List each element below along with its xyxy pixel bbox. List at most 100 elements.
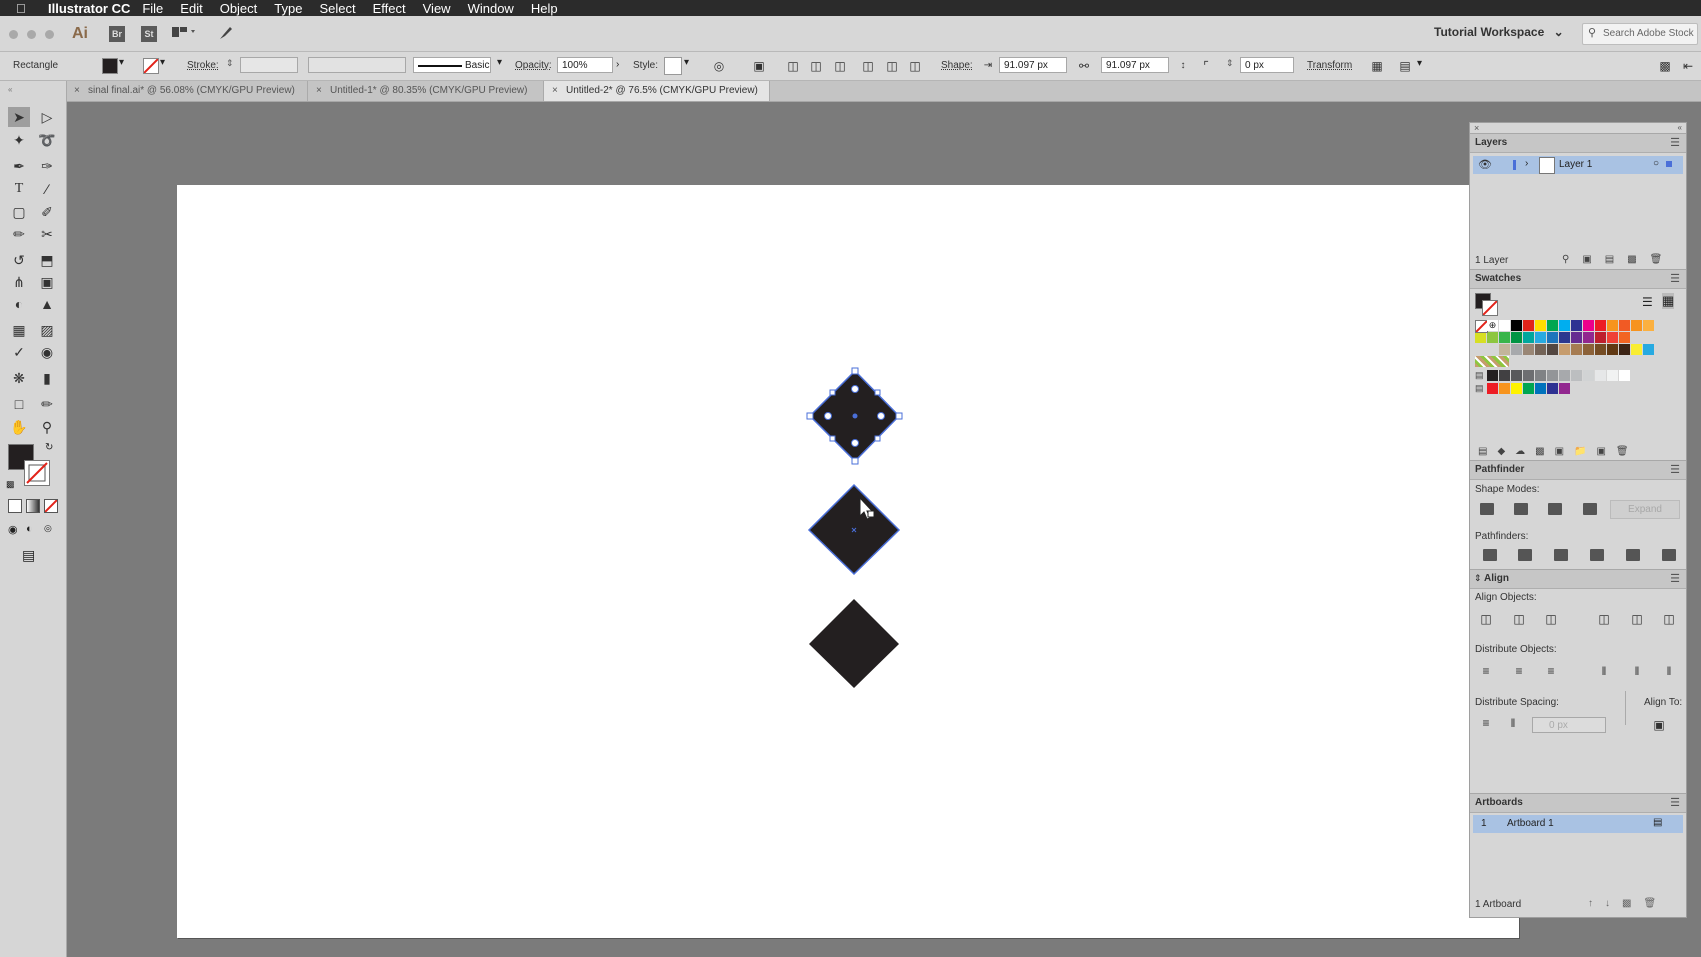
artboards-footer-icons[interactable]: ↑↓▩🗑 — [1588, 898, 1668, 909]
color-swatch[interactable] — [1619, 344, 1630, 355]
panel-menu-icon[interactable]: ☰ — [1670, 463, 1680, 476]
panel-options-icon[interactable]: ⇕ — [1474, 573, 1482, 584]
layers-panel-header[interactable]: Layers ☰ — [1470, 133, 1686, 153]
stroke-color-box[interactable] — [1482, 300, 1498, 316]
trim-icon[interactable] — [1518, 549, 1532, 561]
swatch-grid[interactable]: ⊕ ▤ ▤ — [1475, 320, 1675, 400]
color-swatch[interactable] — [1499, 383, 1510, 394]
color-swatch[interactable] — [1523, 344, 1534, 355]
vertical-distribute-center-icon[interactable]: ≡ — [1511, 663, 1527, 679]
color-swatch[interactable] — [1511, 344, 1522, 355]
color-swatch[interactable] — [1487, 383, 1498, 394]
outline-icon[interactable] — [1626, 549, 1640, 561]
pathfinder-panel-header[interactable]: Pathfinder ☰ — [1470, 460, 1686, 480]
color-swatch[interactable] — [1631, 344, 1642, 355]
spacing-value-field[interactable]: 0 px — [1532, 717, 1606, 733]
color-swatch[interactable] — [1499, 332, 1510, 343]
selected-diamond-shape[interactable] — [806, 367, 903, 465]
grid-view-icon[interactable]: ▦ — [1662, 293, 1675, 309]
pattern-swatch[interactable] — [1475, 356, 1509, 367]
swatches-footer-icons[interactable]: ▤◆☁▩▣📁▣🗑 — [1478, 446, 1639, 457]
color-swatch[interactable] — [1547, 332, 1558, 343]
color-swatch[interactable] — [1523, 370, 1534, 381]
vertical-distribute-space-icon[interactable]: ≡ — [1478, 715, 1494, 731]
color-swatch[interactable] — [1571, 344, 1582, 355]
color-swatch[interactable] — [1643, 320, 1654, 331]
color-swatch[interactable] — [1595, 370, 1606, 381]
eye-icon[interactable]: 👁 — [1478, 158, 1492, 171]
align-panel-header[interactable]: ⇕ Align ☰ — [1470, 569, 1686, 589]
hovered-diamond-shape[interactable] — [807, 483, 901, 576]
color-swatch[interactable] — [1487, 370, 1498, 381]
color-swatch[interactable] — [1547, 370, 1558, 381]
folder-icon[interactable]: ▤ — [1475, 383, 1486, 394]
color-swatch[interactable] — [1631, 320, 1642, 331]
color-swatch[interactable] — [1571, 332, 1582, 343]
color-swatch[interactable] — [1523, 332, 1534, 343]
vertical-align-center-icon[interactable]: ◫ — [1629, 611, 1645, 627]
horizontal-align-right-icon[interactable]: ◫ — [1543, 611, 1559, 627]
color-swatch[interactable] — [1559, 344, 1570, 355]
panel-menu-icon[interactable]: ☰ — [1670, 136, 1680, 149]
registration-swatch[interactable]: ⊕ — [1487, 320, 1498, 331]
vertical-distribute-bottom-icon[interactable]: ≡ — [1543, 663, 1559, 679]
color-swatch[interactable] — [1511, 370, 1522, 381]
target-icon[interactable]: ○ — [1653, 158, 1659, 169]
color-swatch[interactable] — [1559, 383, 1570, 394]
artboards-panel-header[interactable]: Artboards ☰ — [1470, 793, 1686, 813]
color-swatch[interactable] — [1499, 370, 1510, 381]
color-swatch[interactable] — [1595, 332, 1606, 343]
color-swatch[interactable] — [1583, 370, 1594, 381]
color-swatch[interactable] — [1619, 370, 1630, 381]
color-swatch[interactable] — [1595, 320, 1606, 331]
color-swatch[interactable] — [1607, 370, 1618, 381]
color-swatch[interactable] — [1547, 320, 1558, 331]
unite-icon[interactable] — [1480, 503, 1494, 515]
color-swatch[interactable] — [1559, 332, 1570, 343]
color-swatch[interactable] — [1559, 320, 1570, 331]
intersect-icon[interactable] — [1548, 503, 1562, 515]
color-swatch[interactable] — [1619, 320, 1630, 331]
color-swatch[interactable] — [1547, 344, 1558, 355]
color-swatch[interactable] — [1535, 320, 1546, 331]
divide-icon[interactable] — [1483, 549, 1497, 561]
exclude-icon[interactable] — [1583, 503, 1597, 515]
color-swatch[interactable] — [1547, 383, 1558, 394]
color-swatch[interactable] — [1619, 332, 1630, 343]
color-swatch[interactable] — [1643, 344, 1654, 355]
folder-icon[interactable]: ▤ — [1475, 370, 1486, 381]
selection-indicator[interactable] — [1666, 161, 1672, 167]
panel-menu-icon[interactable]: ☰ — [1670, 572, 1680, 585]
horizontal-align-center-icon[interactable]: ◫ — [1511, 611, 1527, 627]
minus-front-icon[interactable] — [1514, 503, 1528, 515]
chevron-right-icon[interactable]: › — [1525, 158, 1528, 169]
color-swatch[interactable] — [1583, 344, 1594, 355]
diamond-shape[interactable] — [809, 599, 899, 688]
color-swatch[interactable] — [1511, 332, 1522, 343]
color-swatch[interactable] — [1607, 320, 1618, 331]
color-swatch[interactable] — [1583, 332, 1594, 343]
list-view-icon[interactable]: ☰ — [1642, 295, 1653, 309]
color-swatch[interactable] — [1523, 383, 1534, 394]
color-swatch[interactable] — [1535, 383, 1546, 394]
horizontal-distribute-space-icon[interactable]: ‖ — [1505, 715, 1521, 731]
align-to-selection-icon[interactable]: ▣ — [1651, 717, 1667, 733]
artboard-options-icon[interactable]: ▤ — [1653, 817, 1662, 828]
panel-menu-icon[interactable]: ☰ — [1670, 796, 1680, 809]
horizontal-distribute-center-icon[interactable]: ‖ — [1629, 663, 1645, 679]
artboard-name[interactable]: Artboard 1 — [1507, 818, 1554, 829]
horizontal-distribute-left-icon[interactable]: ‖ — [1596, 663, 1612, 679]
layer-name[interactable]: Layer 1 — [1559, 159, 1592, 170]
color-swatch[interactable] — [1571, 370, 1582, 381]
vertical-distribute-top-icon[interactable]: ≡ — [1478, 663, 1494, 679]
color-swatch[interactable] — [1511, 320, 1522, 331]
horizontal-distribute-right-icon[interactable]: ‖ — [1661, 663, 1677, 679]
panel-menu-icon[interactable]: ☰ — [1670, 272, 1680, 285]
layers-footer-icons[interactable]: ⚲▣▤▩🗑 — [1562, 254, 1675, 265]
close-icon[interactable]: × — [1474, 123, 1479, 133]
collapse-panel-icon[interactable]: « — [1678, 123, 1682, 132]
color-swatch[interactable] — [1607, 344, 1618, 355]
color-swatch[interactable] — [1499, 344, 1510, 355]
horizontal-align-left-icon[interactable]: ◫ — [1478, 611, 1494, 627]
merge-icon[interactable] — [1554, 549, 1568, 561]
